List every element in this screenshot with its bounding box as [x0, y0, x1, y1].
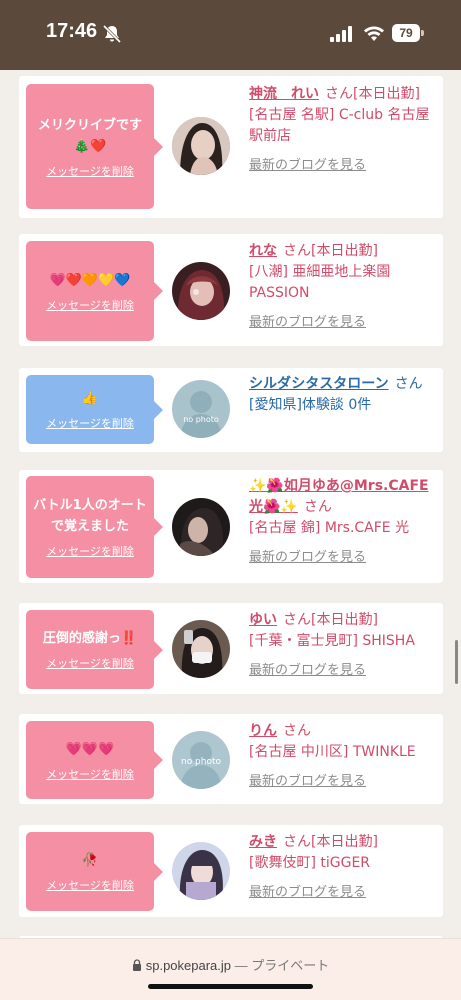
delete-message-link[interactable]: メッセージを削除 — [46, 655, 134, 671]
avatar[interactable] — [172, 262, 230, 320]
honorific: さん — [283, 612, 311, 628]
shop-info: [歌舞伎町] tiGGER — [249, 855, 371, 871]
delete-message-link[interactable]: メッセージを削除 — [46, 163, 134, 179]
battery-indicator: 79 — [392, 24, 424, 42]
cast-info: れな さん[本日出勤] [八潮] 亜細亜地上楽園 PASSION 最新のブログを見… — [249, 241, 439, 333]
message-text: 💗❤️🧡💛💙 — [49, 272, 131, 288]
cast-info: みき さん[本日出勤] [歌舞伎町] tiGGER 最新のブログを見る — [249, 832, 439, 903]
avatar[interactable] — [172, 620, 230, 678]
delete-message-link[interactable]: メッセージを削除 — [46, 297, 134, 313]
delete-message-link[interactable]: メッセージを削除 — [46, 766, 134, 782]
message-bubble: メリクリイブです🎄❤️ メッセージを削除 — [26, 84, 163, 209]
honorific: さん — [394, 376, 423, 392]
delete-message-link[interactable]: メッセージを削除 — [46, 543, 134, 559]
message-text: 👍 — [81, 391, 99, 406]
status-time: 17:46 — [46, 20, 98, 42]
private-mode-label: — プライベート — [234, 958, 330, 973]
scroll-indicator[interactable] — [455, 640, 458, 684]
cast-name-link[interactable]: ゆい — [249, 612, 277, 628]
honorific: さん — [283, 723, 311, 739]
no-photo-label: no photo — [181, 757, 222, 767]
shop-info: [名古屋 名駅] C-club 名古屋駅前店 — [249, 107, 430, 144]
cast-info: りん さん [名古屋 中川区] TWINKLE 最新のブログを見る — [249, 721, 439, 792]
latest-blog-link[interactable]: 最新のブログを見る — [249, 882, 439, 903]
message-text: 💗💗💗 — [65, 741, 115, 757]
latest-blog-link[interactable]: 最新のブログを見る — [249, 660, 439, 681]
message-card: 🥀 メッセージを削除 みき さん[本日出勤] [歌舞伎町] tiGGER 最新のブ… — [19, 825, 443, 917]
shop-info: [千葉・富士見町] SHISHA — [249, 633, 415, 649]
message-bubble: 💗💗💗 メッセージを削除 — [26, 721, 163, 799]
avatar[interactable] — [172, 498, 230, 556]
shop-info: [名古屋 中川区] TWINKLE — [249, 744, 416, 760]
message-bubble: 圧倒的感謝っ‼️ メッセージを削除 — [26, 610, 163, 689]
shop-info: [愛知県]体験談 0件 — [249, 397, 372, 413]
work-status: [本日出勤] — [311, 243, 378, 259]
shop-info: [名古屋 錦] Mrs.CAFE 光 — [249, 520, 410, 536]
cast-name-link[interactable]: みき — [249, 834, 277, 850]
work-status: [本日出勤] — [311, 834, 378, 850]
wifi-icon — [364, 26, 384, 41]
message-card: 圧倒的感謝っ‼️ メッセージを削除 ゆい さん[本日出勤] [千葉・富士見町] S… — [19, 603, 443, 694]
latest-blog-link[interactable]: 最新のブログを見る — [249, 312, 439, 333]
message-text: 🥀 — [81, 853, 99, 868]
delete-message-link[interactable]: メッセージを削除 — [46, 877, 134, 893]
bell-slash-icon — [102, 24, 122, 44]
message-bubble: 🥀 メッセージを削除 — [26, 832, 163, 911]
lock-icon — [132, 959, 141, 971]
battery-tip — [421, 30, 424, 36]
cast-name-link[interactable]: りん — [249, 723, 277, 739]
avatar[interactable] — [172, 117, 230, 175]
avatar[interactable] — [172, 842, 230, 900]
cast-info: 神流 れい さん[本日出勤] [名古屋 名駅] C-club 名古屋駅前店 最新の… — [249, 84, 439, 176]
message-text: メリクリイブです🎄❤️ — [37, 117, 142, 154]
delete-message-link[interactable]: メッセージを削除 — [46, 415, 134, 431]
message-card: 👍 メッセージを削除 no photo シルダシタスタローン さん [愛知県]体験… — [19, 368, 443, 452]
avatar[interactable]: no photo — [172, 731, 230, 789]
avatar[interactable]: no photo — [172, 380, 230, 438]
honorific: さん — [283, 243, 311, 259]
message-card: 💗❤️🧡💛💙 メッセージを削除 れな さん[本日出勤] [八潮] 亜細亜地上楽園 … — [19, 234, 443, 346]
work-status: [本日出勤] — [353, 86, 420, 102]
message-card: 💗💗💗 メッセージを削除 no photo りん さん [名古屋 中川区] TWI… — [19, 714, 443, 804]
cellular-signal-icon — [330, 26, 352, 42]
url-display[interactable]: sp.pokepara.jp — プライベート — [0, 955, 461, 974]
message-bubble: 💗❤️🧡💛💙 メッセージを削除 — [26, 241, 163, 341]
status-bar: 17:46 79 — [0, 0, 461, 70]
shop-info: [八潮] 亜細亜地上楽園 PASSION — [249, 264, 391, 301]
url-domain: sp.pokepara.jp — [145, 958, 232, 973]
honorific: さん — [303, 499, 332, 515]
message-bubble: 👍 メッセージを削除 — [26, 375, 163, 444]
cast-name-link[interactable]: 神流 れい — [249, 86, 319, 102]
browser-url-bar[interactable]: sp.pokepara.jp — プライベート — [0, 938, 461, 1000]
cast-info: シルダシタスタローン さん [愛知県]体験談 0件 — [249, 374, 439, 416]
honorific: さん — [325, 86, 353, 102]
battery-level: 79 — [392, 24, 420, 42]
no-photo-label: no photo — [183, 415, 219, 424]
message-text: 圧倒的感謝っ‼️ — [42, 631, 138, 646]
cast-name-link[interactable]: れな — [249, 243, 277, 259]
cast-name-link[interactable]: シルダシタスタローン — [249, 376, 389, 392]
latest-blog-link[interactable]: 最新のブログを見る — [249, 155, 439, 176]
home-indicator[interactable] — [148, 984, 313, 989]
cast-name-link[interactable]: ✨🌺如月ゆあ@Mrs.CAFE光🌺✨ — [249, 478, 429, 515]
message-text: バトル1人のオートで覚えました — [33, 498, 147, 534]
message-card: メリクリイブです🎄❤️ メッセージを削除 神流 れい さん[本日出勤] [名古屋 … — [19, 76, 443, 218]
cast-info: ✨🌺如月ゆあ@Mrs.CAFE光🌺✨ さん [名古屋 錦] Mrs.CAFE 光 … — [249, 476, 439, 568]
message-card: バトル1人のオートで覚えました メッセージを削除 ✨🌺如月ゆあ@Mrs.CAFE… — [19, 470, 443, 583]
honorific: さん — [283, 834, 311, 850]
message-list[interactable]: メリクリイブです🎄❤️ メッセージを削除 神流 れい さん[本日出勤] [名古屋 … — [0, 70, 461, 938]
work-status: [本日出勤] — [311, 612, 378, 628]
latest-blog-link[interactable]: 最新のブログを見る — [249, 547, 439, 568]
latest-blog-link[interactable]: 最新のブログを見る — [249, 771, 439, 792]
cast-info: ゆい さん[本日出勤] [千葉・富士見町] SHISHA 最新のブログを見る — [249, 610, 439, 681]
message-bubble: バトル1人のオートで覚えました メッセージを削除 — [26, 476, 163, 578]
